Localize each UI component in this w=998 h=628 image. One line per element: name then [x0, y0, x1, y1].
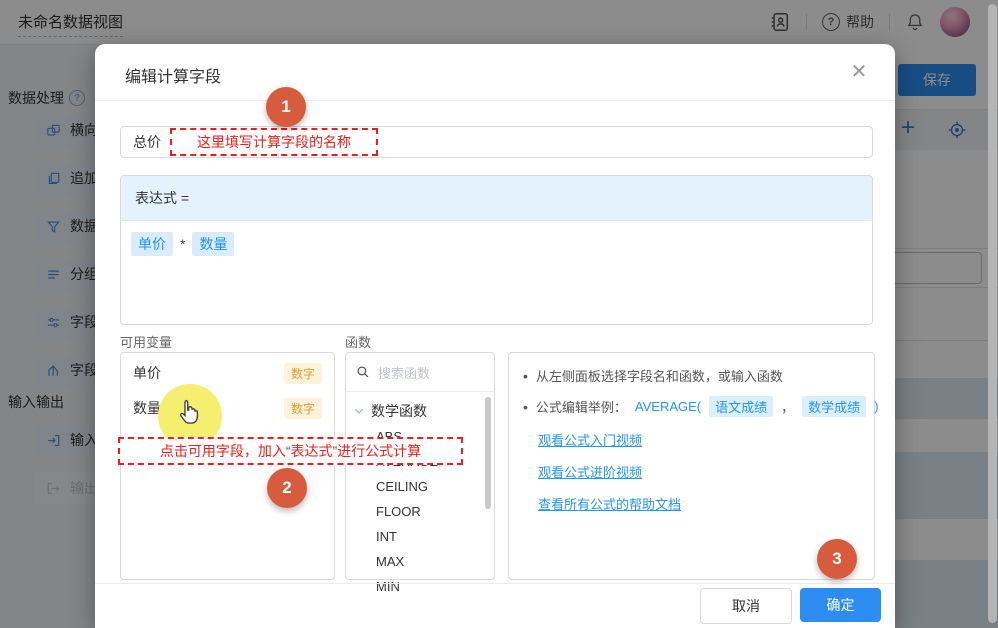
example-field-chip: 数学成绩 [802, 396, 866, 417]
modal-header-divider [95, 100, 895, 101]
type-badge: 数字 [284, 363, 322, 384]
variable-row[interactable]: 单价 数字 [121, 358, 334, 388]
link-help-docs[interactable]: 查看所有公式的帮助文档 [538, 494, 860, 513]
function-item[interactable]: MIN [346, 574, 494, 599]
function-item[interactable]: FLOOR [346, 499, 494, 524]
variable-row[interactable]: 数量 数字 [121, 393, 334, 423]
expression-field-chip[interactable]: 单价 [131, 232, 173, 256]
help-tip: • 从左侧面板选择字段名和函数，或输入函数 [523, 366, 860, 385]
functions-panel: 搜索函数 数学函数 ABS AVERAGE CEILING FLOOR INT … [345, 352, 495, 580]
expression-editor[interactable]: 表达式 = 单价 * 数量 [120, 175, 873, 325]
search-placeholder: 搜索函数 [378, 363, 430, 382]
annotation-note-name: 这里填写计算字段的名称 [170, 128, 378, 156]
hand-cursor-icon [175, 398, 203, 428]
expression-body[interactable]: 单价 * 数量 [121, 221, 872, 267]
bullet-icon: • [523, 399, 528, 415]
example-field-chip: 语文成绩 [709, 396, 773, 417]
help-tip-text: 从左侧面板选择字段名和函数，或输入函数 [536, 366, 783, 385]
function-group-math[interactable]: 数学函数 [346, 392, 494, 424]
bullet-icon: • [523, 368, 528, 384]
modal-footer-divider [95, 583, 895, 584]
field-name-value: 总价 [133, 132, 161, 152]
variable-name: 单价 [133, 363, 161, 383]
function-item[interactable]: CEILING [346, 474, 494, 499]
variable-name: 数量 [133, 398, 161, 418]
annotation-note-fields: 点击可用字段，加入“表达式”进行公式计算 [118, 437, 463, 465]
functions-section-label: 函数 [345, 332, 371, 351]
expression-field-chip[interactable]: 数量 [192, 232, 234, 256]
variables-section-label: 可用变量 [120, 332, 172, 351]
function-group-label: 数学函数 [371, 401, 427, 421]
close-icon[interactable]: ✕ [847, 59, 871, 83]
type-badge: 数字 [284, 398, 322, 419]
step-badge-3: 3 [817, 539, 857, 579]
expression-header: 表达式 = [121, 176, 872, 221]
function-item[interactable]: INT [346, 524, 494, 549]
available-variables-panel: 单价 数字 数量 数字 [120, 352, 335, 580]
function-search-input[interactable]: 搜索函数 [346, 353, 494, 392]
chevron-down-icon [353, 405, 365, 417]
page-scrollbar[interactable] [988, 4, 997, 623]
link-advanced-video[interactable]: 观看公式进阶视频 [538, 462, 860, 481]
example-prefix: 公式编辑举例： [536, 397, 627, 416]
link-intro-video[interactable]: 观看公式入门视频 [538, 430, 860, 449]
confirm-button[interactable]: 确定 [800, 588, 881, 622]
cancel-button[interactable]: 取消 [700, 588, 792, 624]
step-badge-1: 1 [266, 87, 306, 127]
function-item[interactable]: MAX [346, 549, 494, 574]
example-comma: ， [781, 397, 794, 416]
expression-operator: * [180, 236, 185, 252]
example-function: AVERAGE( [635, 399, 701, 414]
formula-help-panel: • 从左侧面板选择字段名和函数，或输入函数 • 公式编辑举例：AVERAGE( … [508, 352, 875, 580]
function-list-scrollbar[interactable] [485, 397, 491, 509]
step-badge-2: 2 [267, 468, 307, 508]
example-close-paren: ) [874, 399, 878, 414]
modal-title: 编辑计算字段 [125, 63, 221, 87]
help-example: • 公式编辑举例：AVERAGE( 语文成绩， 数学成绩) [523, 396, 860, 417]
screen: 未命名数据视图 ? 帮助 [0, 0, 998, 628]
search-icon [356, 365, 370, 379]
edit-calc-field-modal: 编辑计算字段 ✕ 总价 表达式 = 单价 * 数量 可用变量 函数 单价 数字 … [95, 44, 895, 628]
scrollbar-thumb[interactable] [988, 4, 997, 623]
